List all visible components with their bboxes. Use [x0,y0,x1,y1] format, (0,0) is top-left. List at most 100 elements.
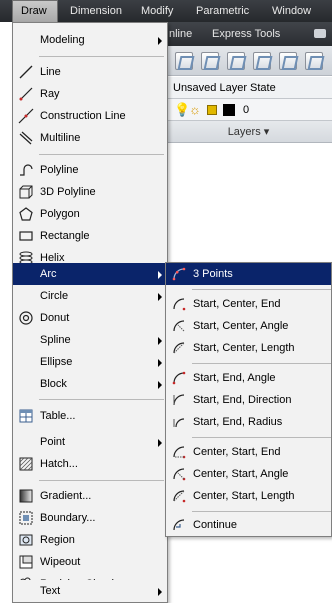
menu-separator [192,289,331,290]
boundary-icon [19,511,33,525]
menu-item-label: Block [40,378,67,390]
rectangle-icon [19,231,33,241]
menu-window[interactable]: Window [272,0,311,22]
3d-polyline-icon [19,185,33,199]
menu-item-wipeout[interactable]: Wipeout [13,551,167,573]
menu-item-label: Continue [193,519,238,531]
submenu-arrow-icon [158,381,162,389]
menu-item-label: Multiline [40,132,81,144]
menu-item-label: Construction Line [40,110,126,122]
menu-item-label: Start, End, Direction [193,394,292,406]
menu-item-label: Start, Center, Angle [193,320,289,332]
menu-item-arc-start-center-angle[interactable]: Start, Center, Angle [166,315,331,337]
menu-item-arc-start-end-radius[interactable]: Start, End, Radius [166,411,331,433]
donut-icon [19,311,33,325]
menu-item-circle[interactable]: Circle [13,285,167,307]
menu-item-arc-start-end-angle[interactable]: Start, End, Angle [166,367,331,389]
menu-item-label: Boundary... [40,512,96,524]
ribbon-minimize-button[interactable] [314,29,326,38]
arc-start-end-radius-icon [173,418,185,428]
construction-line-icon [18,108,34,124]
layer-off-icon[interactable] [279,52,297,70]
gradient-icon [19,489,33,503]
menu-item-label: Center, Start, End [193,446,281,458]
menu-modify[interactable]: Modify [141,0,173,22]
menu-item-hatch[interactable]: Hatch... [13,453,167,475]
menu-item-arc-start-end-direction[interactable]: Start, End, Direction [166,389,331,411]
menu-item-label: Region [40,534,75,546]
menu-item-block[interactable]: Block [13,373,167,395]
menu-item-construction-line[interactable]: Construction Line [13,105,167,127]
menu-item-label: Spline [40,334,71,346]
ribbon-tab-strip: nline Express Tools [165,22,332,46]
menu-item-line[interactable]: Line [13,61,167,83]
menu-item-polyline[interactable]: Polyline [13,159,167,181]
draw-menu: Modeling Line Ray Construction Line Mult… [12,22,168,603]
arc-center-start-angle-icon [173,468,186,481]
menu-item-arc-center-start-end[interactable]: Center, Start, End [166,441,331,463]
menu-item-label: Arc [40,268,57,280]
layer-state-dropdown[interactable]: Unsaved Layer State [165,77,332,99]
menu-draw[interactable]: Draw [12,0,58,22]
menu-item-arc-3-points[interactable]: 3 Points [166,263,331,285]
arc-continue-icon [173,519,185,531]
arc-center-start-end-icon [173,446,186,459]
tab-express-tools[interactable]: Express Tools [212,22,280,46]
menu-item-modeling[interactable]: Modeling [13,29,167,51]
layer-freeze-icon[interactable] [305,52,323,70]
menu-item-arc-center-start-angle[interactable]: Center, Start, Angle [166,463,331,485]
layer-dropdown[interactable]: 💡 ☼ 0 [165,99,332,121]
hatch-icon [19,457,33,471]
menu-dimension[interactable]: Dimension [70,0,122,22]
submenu-arrow-icon [158,271,162,279]
arc-start-center-end-icon [173,298,186,311]
menu-item-ellipse[interactable]: Ellipse [13,351,167,373]
menu-item-arc-center-start-length[interactable]: Center, Start, Length [166,485,331,507]
menu-item-point[interactable]: Point [13,431,167,453]
menu-item-boundary[interactable]: Boundary... [13,507,167,529]
layer-isolate-icon[interactable] [227,52,245,70]
menu-parametric[interactable]: Parametric [196,0,249,22]
menu-item-label: Hatch... [40,458,78,470]
submenu-arrow-icon [158,588,162,596]
region-icon [19,534,33,546]
submenu-arrow-icon [158,37,162,45]
polygon-icon [19,207,33,221]
menu-item-3d-polyline[interactable]: 3D Polyline [13,181,167,203]
submenu-arrow-icon [158,337,162,345]
menu-item-label: Point [40,436,66,448]
arc-submenu: 3 Points Start, Center, End Start, Cente… [165,262,332,537]
menu-separator [192,437,331,438]
menu-item-label: Start, End, Angle [193,372,276,384]
menu-item-arc-continue[interactable]: Continue [166,514,331,536]
layers-panel-label: Layers ▾ [227,126,270,138]
layers-panel-title[interactable]: Layers ▾ [165,121,332,143]
lightbulb-icon: 💡 [174,102,191,117]
menu-item-table[interactable]: Table... [13,405,167,427]
layer-state-icon[interactable] [201,52,219,70]
menu-item-rectangle[interactable]: Rectangle [13,225,167,247]
menu-item-label: Modeling [40,34,85,46]
menu-item-label: Donut [40,312,70,324]
menu-item-arc-start-center-length[interactable]: Start, Center, Length [166,337,331,359]
menu-item-arc-start-center-end[interactable]: Start, Center, End [166,293,331,315]
menu-item-label: Rectangle [40,230,90,242]
menu-item-ray[interactable]: Ray [13,83,167,105]
menu-item-gradient[interactable]: Gradient... [13,485,167,507]
submenu-arrow-icon [158,293,162,301]
menu-item-spline[interactable]: Spline [13,329,167,351]
tab-online[interactable]: nline [169,22,192,46]
menu-item-polygon[interactable]: Polygon [13,203,167,225]
menu-item-multiline[interactable]: Multiline [13,127,167,149]
menu-item-label: Wipeout [40,556,81,568]
menu-item-text[interactable]: Text [13,580,167,602]
submenu-arrow-icon [158,359,162,367]
menu-item-donut[interactable]: Donut [13,307,167,329]
menu-item-region[interactable]: Region [13,529,167,551]
layer-unisolate-icon[interactable] [253,52,271,70]
layer-properties-icon[interactable] [175,52,193,70]
menu-item-label: 3D Polyline [40,186,96,198]
menu-item-label: Circle [40,290,69,302]
menu-item-arc[interactable]: Arc [13,263,167,285]
arc-center-start-length-icon [173,490,186,503]
